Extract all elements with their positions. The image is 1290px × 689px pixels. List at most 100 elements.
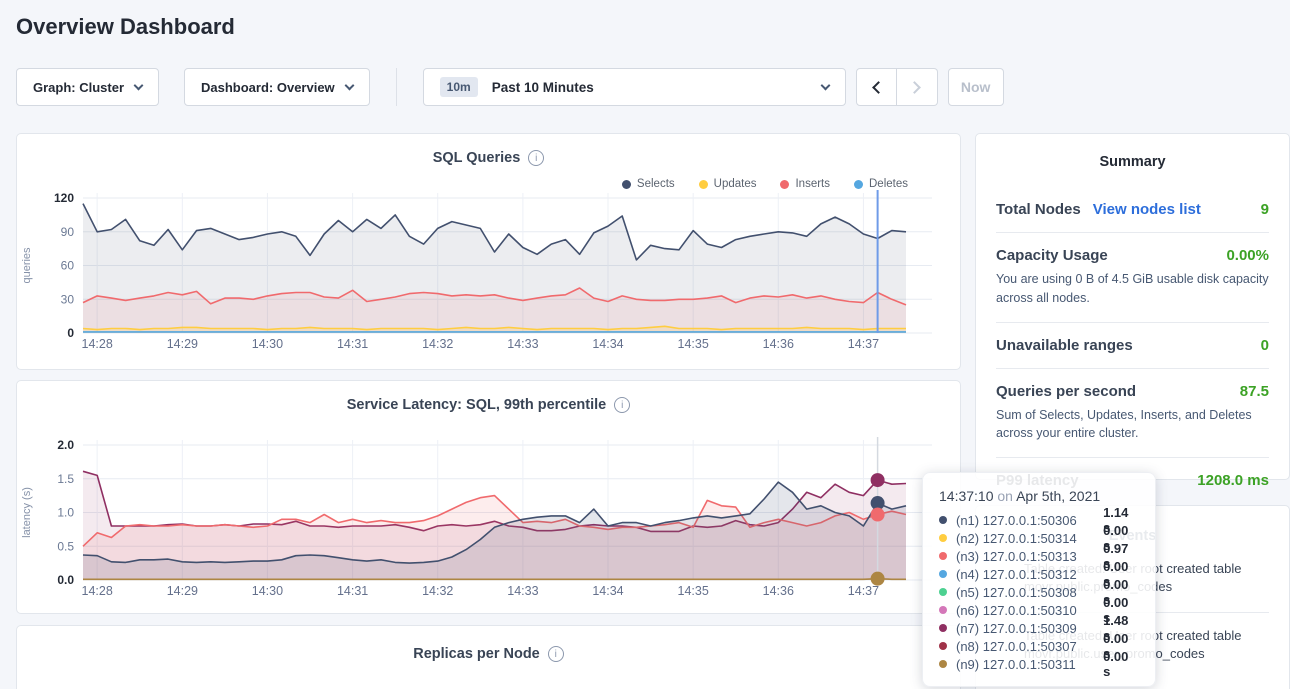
svg-text:14:34: 14:34: [592, 584, 623, 598]
time-range-label: Past 10 Minutes: [492, 80, 811, 95]
node-color-dot: [939, 534, 947, 542]
replicas-per-node-card: Replicas per Node i: [16, 625, 961, 689]
unavailable-ranges-label: Unavailable ranges: [996, 337, 1133, 354]
node-latency-value: 0.00 s: [1103, 649, 1139, 679]
graph-dropdown-label: Graph: Cluster: [33, 80, 124, 95]
sql-queries-chart-title: SQL Queries: [433, 150, 521, 166]
svg-text:14:35: 14:35: [678, 337, 709, 351]
now-button[interactable]: Now: [948, 68, 1004, 106]
node-address: (n1) 127.0.0.1:50306: [956, 513, 1103, 528]
info-icon[interactable]: i: [548, 646, 564, 662]
node-address: (n6) 127.0.0.1:50310: [956, 603, 1103, 618]
node-address: (n9) 127.0.0.1:50311: [956, 657, 1103, 672]
service-latency-chart-title: Service Latency: SQL, 99th percentile: [347, 397, 607, 413]
svg-text:14:36: 14:36: [763, 584, 794, 598]
summary-row-capacity: Capacity Usage 0.00% You are using 0 B o…: [996, 238, 1269, 317]
node-address: (n5) 127.0.0.1:50308: [956, 585, 1103, 600]
info-icon[interactable]: i: [614, 397, 630, 413]
node-color-dot: [939, 552, 947, 560]
svg-text:14:32: 14:32: [422, 337, 453, 351]
svg-text:14:28: 14:28: [82, 584, 113, 598]
service-latency-card: Service Latency: SQL, 99th percentile i …: [16, 380, 961, 614]
summary-divider: [996, 457, 1269, 458]
summary-divider: [996, 368, 1269, 369]
node-color-dot: [939, 570, 947, 578]
info-icon[interactable]: i: [528, 150, 544, 166]
capacity-usage-value: 0.00%: [1226, 247, 1269, 264]
summary-heading: Summary: [996, 154, 1269, 170]
node-color-dot: [939, 660, 947, 668]
svg-text:1.5: 1.5: [57, 472, 74, 486]
sql-queries-chart[interactable]: 030609012014:2814:2914:3014:3114:3214:33…: [17, 186, 946, 356]
svg-text:120: 120: [54, 191, 74, 205]
svg-text:14:29: 14:29: [167, 584, 198, 598]
chevron-down-icon: [134, 80, 144, 90]
node-address: (n2) 127.0.0.1:50314: [956, 531, 1103, 546]
chart-hover-tooltip: 14:37:10 on Apr 5th, 2021 (n1) 127.0.0.1…: [922, 472, 1156, 687]
svg-text:0.0: 0.0: [57, 573, 74, 587]
chevron-right-icon: [908, 81, 921, 94]
node-color-dot: [939, 642, 947, 650]
p99-latency-value: 1208.0 ms: [1197, 472, 1269, 489]
capacity-usage-desc: You are using 0 B of 4.5 GiB usable disk…: [996, 270, 1269, 308]
summary-divider: [996, 232, 1269, 233]
svg-text:14:30: 14:30: [252, 584, 283, 598]
chevron-down-icon: [820, 80, 830, 90]
time-prev-button[interactable]: [856, 68, 897, 106]
controls-divider: [396, 68, 397, 106]
svg-text:14:34: 14:34: [592, 337, 623, 351]
svg-text:latency (s): latency (s): [21, 487, 33, 538]
svg-text:2.0: 2.0: [57, 438, 74, 452]
unavailable-ranges-value: 0: [1261, 337, 1269, 354]
node-address: (n7) 127.0.0.1:50309: [956, 621, 1103, 636]
time-next-button[interactable]: [897, 68, 938, 106]
summary-row-total-nodes: Total Nodes View nodes list 9: [996, 192, 1269, 227]
replicas-chart-title: Replicas per Node: [413, 646, 540, 662]
time-range-dropdown[interactable]: 10m Past 10 Minutes: [423, 68, 846, 106]
time-range-badge: 10m: [440, 77, 478, 97]
node-address: (n4) 127.0.0.1:50312: [956, 567, 1103, 582]
svg-text:90: 90: [61, 225, 75, 239]
node-color-dot: [939, 588, 947, 596]
tooltip-node-row: (n9) 127.0.0.1:503110.00 s: [939, 655, 1139, 673]
tooltip-rows: (n1) 127.0.0.1:503061.14 s(n2) 127.0.0.1…: [939, 511, 1139, 673]
chevron-left-icon: [872, 81, 885, 94]
page-title: Overview Dashboard: [16, 14, 235, 40]
dashboard-dropdown[interactable]: Dashboard: Overview: [184, 68, 370, 106]
svg-text:60: 60: [61, 259, 75, 273]
capacity-usage-label: Capacity Usage: [996, 247, 1108, 264]
svg-text:0.5: 0.5: [57, 539, 74, 553]
svg-text:14:37: 14:37: [848, 584, 879, 598]
total-nodes-value: 9: [1261, 201, 1269, 218]
svg-text:14:29: 14:29: [167, 337, 198, 351]
node-color-dot: [939, 516, 947, 524]
svg-text:30: 30: [61, 292, 75, 306]
svg-text:1.0: 1.0: [57, 506, 74, 520]
view-nodes-list-link[interactable]: View nodes list: [1093, 201, 1201, 218]
service-latency-chart[interactable]: 0.00.51.01.52.014:2814:2914:3014:3114:32…: [17, 433, 946, 603]
svg-text:14:37: 14:37: [848, 337, 879, 351]
svg-text:14:33: 14:33: [507, 584, 538, 598]
svg-text:14:32: 14:32: [422, 584, 453, 598]
overview-dashboard-page: Overview Dashboard Graph: Cluster Dashbo…: [0, 0, 1290, 689]
graph-dropdown[interactable]: Graph: Cluster: [16, 68, 159, 106]
svg-text:14:28: 14:28: [82, 337, 113, 351]
summary-divider: [996, 322, 1269, 323]
tooltip-timestamp: 14:37:10 on Apr 5th, 2021: [939, 488, 1139, 504]
svg-text:0: 0: [67, 326, 74, 340]
svg-text:14:30: 14:30: [252, 337, 283, 351]
node-color-dot: [939, 606, 947, 614]
summary-row-unavailable: Unavailable ranges 0: [996, 328, 1269, 363]
svg-text:queries: queries: [21, 247, 33, 284]
node-address: (n3) 127.0.0.1:50313: [956, 549, 1103, 564]
chevron-down-icon: [344, 80, 354, 90]
time-nav-group: [856, 68, 938, 106]
qps-value: 87.5: [1240, 383, 1269, 400]
svg-text:14:36: 14:36: [763, 337, 794, 351]
svg-text:14:35: 14:35: [678, 584, 709, 598]
qps-label: Queries per second: [996, 383, 1136, 400]
sql-queries-card: SQL Queries i SelectsUpdatesInsertsDelet…: [16, 133, 961, 370]
summary-panel: Summary Total Nodes View nodes list 9 Ca…: [975, 133, 1290, 480]
qps-desc: Sum of Selects, Updates, Inserts, and De…: [996, 406, 1269, 444]
svg-text:14:33: 14:33: [507, 337, 538, 351]
